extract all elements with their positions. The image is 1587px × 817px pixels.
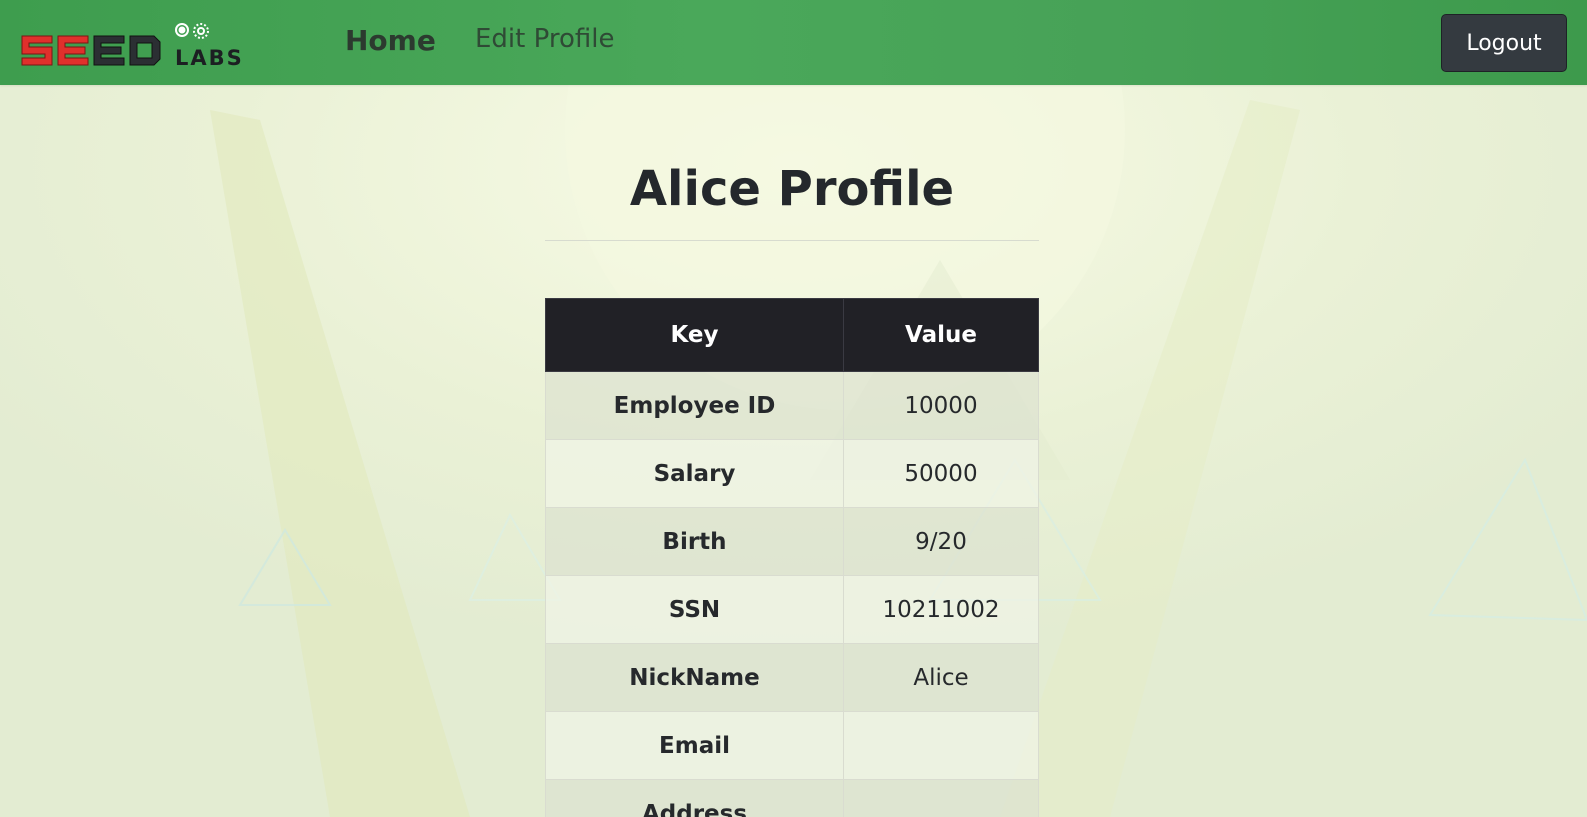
row-key: NickName <box>545 643 844 712</box>
page-title: Alice Profile <box>629 161 955 217</box>
nav-edit-profile-link[interactable]: Edit Profile <box>475 24 614 54</box>
row-value: 50000 <box>843 439 1039 508</box>
table-row: SSN 10211002 <box>545 575 1039 644</box>
row-key: Birth <box>545 507 844 576</box>
svg-text:LABS: LABS <box>175 46 244 70</box>
row-key: Address <box>545 779 844 817</box>
gears-icon <box>175 23 209 39</box>
profile-table: Key Value Employee ID 10000 Salary 50000… <box>545 298 1039 817</box>
column-header-key: Key <box>545 298 844 372</box>
nav-home-link[interactable]: Home <box>345 24 436 57</box>
table-row: Salary 50000 <box>545 439 1039 508</box>
row-value: 10000 <box>843 371 1039 440</box>
table-row: Birth 9/20 <box>545 507 1039 576</box>
row-key: Salary <box>545 439 844 508</box>
row-value <box>843 711 1039 780</box>
seed-labs-logo[interactable]: LABS <box>20 18 265 70</box>
main-content: Alice Profile Key Value Employee ID 1000… <box>0 85 1587 817</box>
row-value: 9/20 <box>843 507 1039 576</box>
row-key: Email <box>545 711 844 780</box>
table-header-row: Key Value <box>545 298 1039 372</box>
table-row: Employee ID 10000 <box>545 371 1039 440</box>
table-row: Address <box>545 779 1039 817</box>
row-key: SSN <box>545 575 844 644</box>
table-row: NickName Alice <box>545 643 1039 712</box>
logout-button[interactable]: Logout <box>1441 14 1567 72</box>
title-divider <box>545 240 1039 241</box>
row-value <box>843 779 1039 817</box>
top-navbar: LABS Home Edit Profile Logout <box>0 0 1587 85</box>
row-value: 10211002 <box>843 575 1039 644</box>
row-value: Alice <box>843 643 1039 712</box>
row-key: Employee ID <box>545 371 844 440</box>
table-row: Email <box>545 711 1039 780</box>
column-header-value: Value <box>843 298 1039 372</box>
